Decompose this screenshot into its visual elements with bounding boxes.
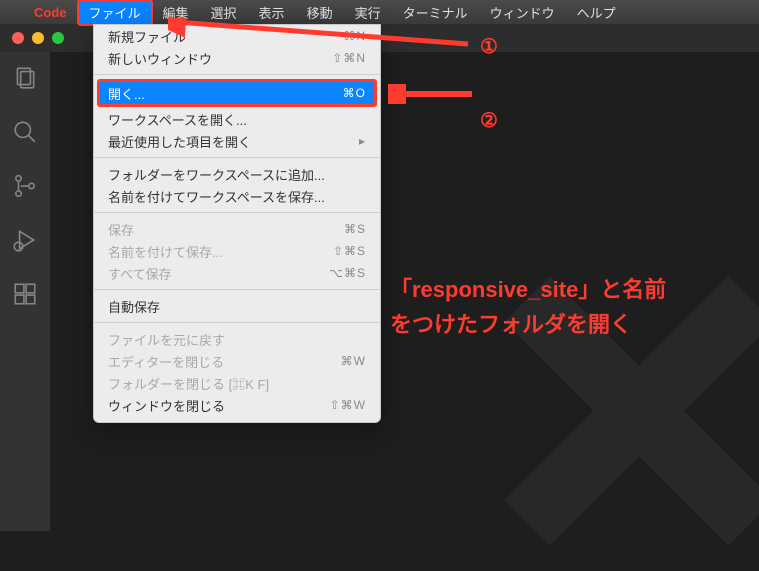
menu-label: 自動保存 — [108, 297, 160, 316]
menu-label: すべて保存 — [108, 264, 172, 283]
annotation-text-line: 「responsive_site」と名前 — [390, 272, 666, 307]
menu-file[interactable]: ファイル — [79, 1, 151, 24]
menu-label: フォルダーをワークスペースに追加... — [108, 165, 325, 184]
menu-separator — [94, 289, 380, 290]
annotation-text-line: をつけたフォルダを開く — [390, 307, 666, 342]
menu-shortcut: ⌥⌘S — [329, 266, 366, 280]
menu-label: 保存 — [108, 220, 134, 239]
menu-separator — [94, 322, 380, 323]
extensions-icon[interactable] — [11, 280, 39, 308]
menu-label: 名前を付けてワークスペースを保存... — [108, 187, 325, 206]
menu-label: 開く... — [108, 84, 145, 103]
menu-label: エディターを閉じる — [108, 352, 224, 371]
menu-open[interactable]: 開く... ⌘O — [98, 80, 376, 106]
annotation-arrow-1 — [168, 18, 478, 58]
chevron-right-icon: ▸ — [359, 134, 366, 148]
annotation-arrow-2 — [388, 84, 478, 104]
menu-label: フォルダーを閉じる [⌘K F] — [108, 374, 269, 393]
menu-separator — [94, 157, 380, 158]
menu-save-all: すべて保存 ⌥⌘S — [94, 262, 380, 284]
activity-bar — [0, 52, 50, 531]
menu-save-workspace[interactable]: 名前を付けてワークスペースを保存... — [94, 185, 380, 207]
menu-open-workspace[interactable]: ワークスペースを開く... — [94, 108, 380, 130]
menu-revert: ファイルを元に戻す — [94, 328, 380, 350]
menu-label: ファイルを元に戻す — [108, 330, 225, 349]
search-icon[interactable] — [11, 118, 39, 146]
debug-icon[interactable] — [11, 226, 39, 254]
file-menu-dropdown: 新規ファイル⌘N 新しいウィンドウ⇧⌘N 開く...⌘O ワークスペースを開く.… — [93, 24, 381, 423]
menu-open-recent[interactable]: 最近使用した項目を開く ▸ — [94, 130, 380, 152]
menu-add-folder[interactable]: フォルダーをワークスペースに追加... — [94, 163, 380, 185]
menu-separator — [94, 74, 380, 75]
menu-save-as: 名前を付けて保存... ⇧⌘S — [94, 240, 380, 262]
minimize-window-button[interactable] — [32, 32, 44, 44]
menu-auto-save[interactable]: 自動保存 — [94, 295, 380, 317]
explorer-icon[interactable] — [11, 64, 39, 92]
annotation-number-1: ① — [480, 34, 498, 59]
source-control-icon[interactable] — [11, 172, 39, 200]
menu-close-folder: フォルダーを閉じる [⌘K F] — [94, 372, 380, 394]
menu-shortcut: ⇧⌘S — [333, 244, 366, 258]
app-name[interactable]: Code — [24, 5, 77, 20]
close-window-button[interactable] — [12, 32, 24, 44]
menu-shortcut: ⌘S — [344, 222, 366, 236]
menu-label: 名前を付けて保存... — [108, 242, 223, 261]
menu-shortcut: ⌘W — [341, 354, 366, 368]
annotation-text: 「responsive_site」と名前 をつけたフォルダを開く — [390, 272, 666, 342]
menu-label: 最近使用した項目を開く — [108, 132, 251, 151]
menu-label: ワークスペースを開く... — [108, 110, 247, 129]
menu-close-editor: エディターを閉じる ⌘W — [94, 350, 380, 372]
menu-help[interactable]: ヘルプ — [567, 1, 626, 24]
menu-shortcut: ⇧⌘W — [330, 398, 366, 412]
annotation-number-2: ② — [480, 108, 498, 133]
menu-window[interactable]: ウィンドウ — [480, 1, 565, 24]
menu-label: ウィンドウを閉じる — [108, 396, 225, 415]
menu-close-window[interactable]: ウィンドウを閉じる ⇧⌘W — [94, 394, 380, 416]
menu-save: 保存 ⌘S — [94, 218, 380, 240]
menu-shortcut: ⌘O — [343, 86, 366, 100]
menu-separator — [94, 212, 380, 213]
zoom-window-button[interactable] — [52, 32, 64, 44]
